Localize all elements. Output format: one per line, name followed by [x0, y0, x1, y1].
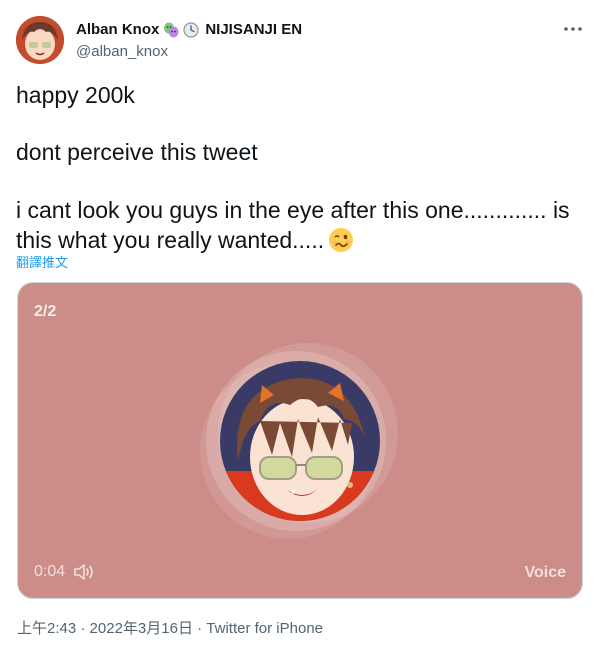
meta-separator: · — [192, 620, 207, 637]
media-playback-info: 0:04 — [34, 562, 95, 582]
speaker-volume-icon[interactable] — [73, 562, 95, 582]
voice-avatar-image — [220, 361, 380, 521]
media-duration: 0:04 — [34, 563, 66, 580]
author-names: Alban Knox NIJISANJI EN @alban_knox — [76, 20, 302, 62]
portrait-illustration — [220, 361, 380, 521]
voice-avatar-visualizer — [196, 341, 406, 541]
author-name-row: Alban Knox NIJISANJI EN — [76, 20, 302, 40]
tweet-line-1: happy 200k — [16, 82, 135, 108]
more-horizontal-icon — [564, 27, 582, 31]
tweet-line-3-text: i cant look you guys in the eye after th… — [16, 197, 570, 253]
woozy-face-emoji-icon — [329, 228, 354, 252]
clock-icon — [183, 22, 199, 38]
media-type-label: Voice — [524, 564, 567, 581]
more-options-button[interactable] — [561, 20, 585, 40]
tweet-header: Alban Knox NIJISANJI EN @alban_knox — [16, 14, 585, 68]
avatar-illustration — [16, 16, 64, 64]
author-affiliation: NIJISANJI EN — [205, 21, 303, 38]
tweet-line-3: i cant look you guys in the eye after th… — [16, 195, 586, 255]
tweet-date[interactable]: 2022年3月16日 — [90, 620, 193, 637]
media-counter: 2/2 — [34, 303, 57, 320]
author-handle[interactable]: @alban_knox — [76, 42, 302, 62]
tweet-line-2: dont perceive this tweet — [16, 139, 258, 165]
tweet-time[interactable]: 上午2:43 — [17, 620, 76, 637]
author-avatar[interactable] — [16, 16, 64, 64]
author-display-name[interactable]: Alban Knox — [76, 20, 159, 40]
meta-separator: · — [76, 620, 90, 637]
voice-media-card[interactable]: 2/2 0:04 Voice — [17, 282, 583, 599]
tweet-source[interactable]: Twitter for iPhone — [206, 620, 323, 637]
tweet-metadata: 上午2:43 · 2022年3月16日 · Twitter for iPhone — [17, 617, 323, 638]
translate-tweet-link[interactable]: 翻譯推文 — [16, 252, 68, 271]
theater-masks-icon — [164, 22, 179, 38]
